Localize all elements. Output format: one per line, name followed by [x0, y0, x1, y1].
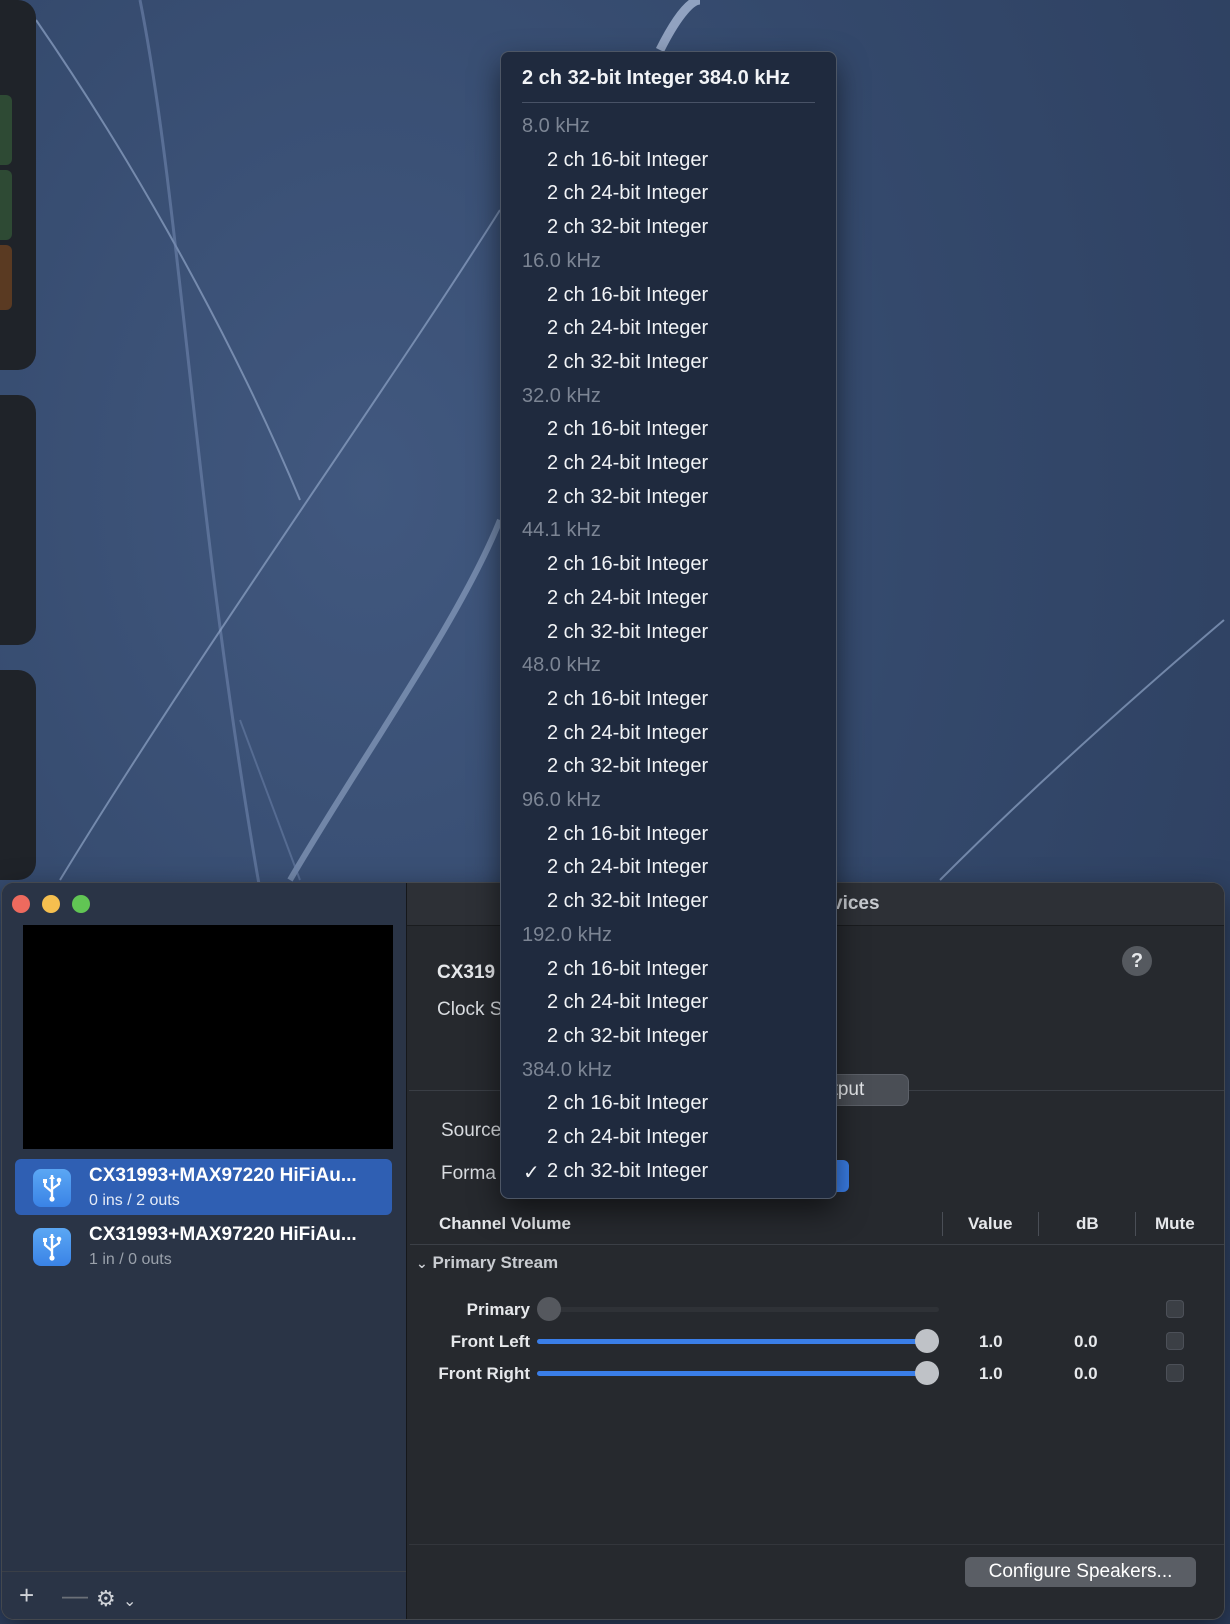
menu-format-option[interactable]: 2 ch 16-bit Integer	[501, 958, 882, 981]
device-list-item[interactable]: CX31993+MAX97220 HiFiAu... 1 in / 0 outs	[15, 1218, 392, 1274]
chevron-down-icon: ⌄	[122, 1593, 137, 1610]
dock	[0, 0, 36, 880]
column-value: Value	[968, 1214, 1013, 1233]
menu-section-rate: 96.0 kHz	[522, 789, 601, 811]
device-sidebar: CX31993+MAX97220 HiFiAu... 0 ins / 2 out…	[2, 883, 407, 1619]
close-window-button[interactable]	[12, 895, 30, 913]
usb-icon	[33, 1228, 71, 1266]
channel-value: 1.0	[979, 1332, 1003, 1351]
menu-separator	[522, 102, 815, 103]
format-label: Forma	[441, 1163, 496, 1184]
dock-panel	[0, 0, 36, 370]
menu-format-option[interactable]: 2 ch 32-bit Integer	[501, 621, 882, 644]
menu-section-rate: 44.1 kHz	[522, 519, 601, 542]
primary-stream-label: Primary Stream	[432, 1253, 559, 1272]
menu-format-option[interactable]: 2 ch 24-bit Integer	[501, 722, 882, 745]
menu-format-option[interactable]: 2 ch 32-bit Integer	[501, 890, 882, 913]
source-label: Source	[441, 1120, 502, 1141]
device-io-count: 0 ins / 2 outs	[89, 1192, 180, 1209]
menu-format-option[interactable]: 2 ch 24-bit Integer	[501, 587, 882, 610]
volume-slider-track	[537, 1339, 939, 1344]
menu-format-option[interactable]: 2 ch 24-bit Integer	[501, 452, 882, 475]
menu-section-rate: 384.0 kHz	[522, 1058, 613, 1081]
volume-slider-knob[interactable]	[537, 1297, 561, 1321]
menu-section-rate: 32.0 kHz	[522, 384, 601, 407]
configure-speakers-button[interactable]: Configure Speakers...	[965, 1557, 1196, 1587]
column-divider	[1135, 1212, 1136, 1236]
primary-stream-disclosure[interactable]: ⌄ Primary Stream	[416, 1253, 558, 1273]
menu-format-option[interactable]: 2 ch 32-bit Integer	[501, 755, 882, 778]
menu-format-option[interactable]: 2 ch 16-bit Integer	[501, 418, 882, 441]
menu-section-rate: 48.0 kHz	[522, 654, 601, 677]
channel-label: Front Right	[438, 1364, 530, 1383]
menu-format-option[interactable]: 2 ch 24-bit Integer	[501, 991, 882, 1014]
redacted-area	[23, 925, 393, 1149]
usb-icon	[33, 1169, 71, 1207]
help-button[interactable]: ?	[1122, 946, 1152, 976]
device-io-count: 1 in / 0 outs	[89, 1251, 172, 1268]
menu-section-rate: 16.0 kHz	[522, 249, 601, 272]
menu-section-rate: 192.0 kHz	[522, 923, 613, 946]
column-channel-volume: Channel Volume	[439, 1214, 571, 1233]
add-device-button[interactable]: +	[19, 1580, 34, 1610]
volume-slider-knob[interactable]	[915, 1361, 939, 1385]
channel-label: Primary	[466, 1300, 530, 1319]
volume-slider-knob[interactable]	[915, 1329, 939, 1353]
remove-device-button[interactable]: —	[62, 1580, 88, 1610]
channel-db: 0.0	[1074, 1332, 1098, 1351]
channel-label: Front Left	[450, 1332, 530, 1351]
device-title: CX319	[437, 962, 496, 983]
chevron-down-icon: ⌄	[416, 1255, 428, 1271]
menu-format-option[interactable]: 2 ch 16-bit Integer	[501, 1092, 882, 1115]
mute-checkbox[interactable]	[1166, 1364, 1184, 1382]
menu-format-option[interactable]: 2 ch 32-bit Integer	[501, 216, 882, 239]
minimize-window-button[interactable]	[42, 895, 60, 913]
menu-format-option[interactable]: 2 ch 32-bit Integer	[501, 1025, 882, 1048]
dock-panel	[0, 395, 36, 645]
menu-format-option[interactable]: 2 ch 32-bit Integer	[501, 351, 882, 374]
format-popup-menu: 2 ch 32-bit Integer 384.0 kHz 8.0 kHz 2 c…	[501, 52, 836, 1198]
menu-current-format[interactable]: 2 ch 32-bit Integer 384.0 kHz	[501, 67, 857, 90]
menu-format-option[interactable]: 2 ch 16-bit Integer	[501, 149, 882, 172]
device-name: CX31993+MAX97220 HiFiAu...	[89, 1165, 357, 1186]
channel-value: 1.0	[979, 1364, 1003, 1383]
menu-section-rate: 8.0 kHz	[522, 115, 590, 137]
mute-checkbox[interactable]	[1166, 1332, 1184, 1350]
dock-panel	[0, 670, 36, 880]
footer-divider	[409, 1544, 1224, 1545]
channel-volume-table-header: Channel Volume Value dB Mute	[410, 1204, 1224, 1245]
menu-format-option[interactable]: 2 ch 16-bit Integer	[501, 688, 882, 711]
dock-app-icon[interactable]	[0, 170, 12, 240]
column-mute: Mute	[1155, 1214, 1195, 1233]
gear-menu-button[interactable]: ⚙ ⌄	[96, 1582, 136, 1617]
menu-format-option[interactable]: 2 ch 16-bit Integer	[501, 823, 882, 846]
menu-format-option[interactable]: 2 ch 16-bit Integer	[501, 553, 882, 576]
column-db: dB	[1076, 1214, 1099, 1233]
gear-icon: ⚙	[96, 1586, 116, 1611]
volume-slider-track	[537, 1371, 939, 1376]
channel-db: 0.0	[1074, 1364, 1098, 1383]
checkmark-icon: ✓	[523, 1161, 540, 1184]
menu-format-option[interactable]: 2 ch 16-bit Integer	[501, 284, 882, 307]
menu-format-option[interactable]: 2 ch 24-bit Integer	[501, 856, 882, 879]
zoom-window-button[interactable]	[72, 895, 90, 913]
sidebar-footer: + — ⚙ ⌄	[2, 1571, 406, 1619]
mute-checkbox[interactable]	[1166, 1300, 1184, 1318]
device-list-item[interactable]: CX31993+MAX97220 HiFiAu... 0 ins / 2 out…	[15, 1159, 392, 1215]
volume-slider-track	[537, 1307, 939, 1312]
menu-format-option[interactable]: 2 ch 24-bit Integer	[501, 317, 882, 340]
menu-format-option[interactable]: 2 ch 32-bit Integer	[501, 486, 882, 509]
dock-app-icon[interactable]	[0, 95, 12, 165]
menu-format-option[interactable]: 2 ch 32-bit Integer	[501, 1160, 882, 1183]
dock-app-icon[interactable]	[0, 245, 12, 310]
clock-source-label: Clock S	[437, 999, 503, 1020]
menu-format-option[interactable]: 2 ch 24-bit Integer	[501, 1126, 882, 1149]
column-divider	[942, 1212, 943, 1236]
device-name: CX31993+MAX97220 HiFiAu...	[89, 1224, 357, 1245]
menu-format-option[interactable]: 2 ch 24-bit Integer	[501, 182, 882, 205]
column-divider	[1038, 1212, 1039, 1236]
